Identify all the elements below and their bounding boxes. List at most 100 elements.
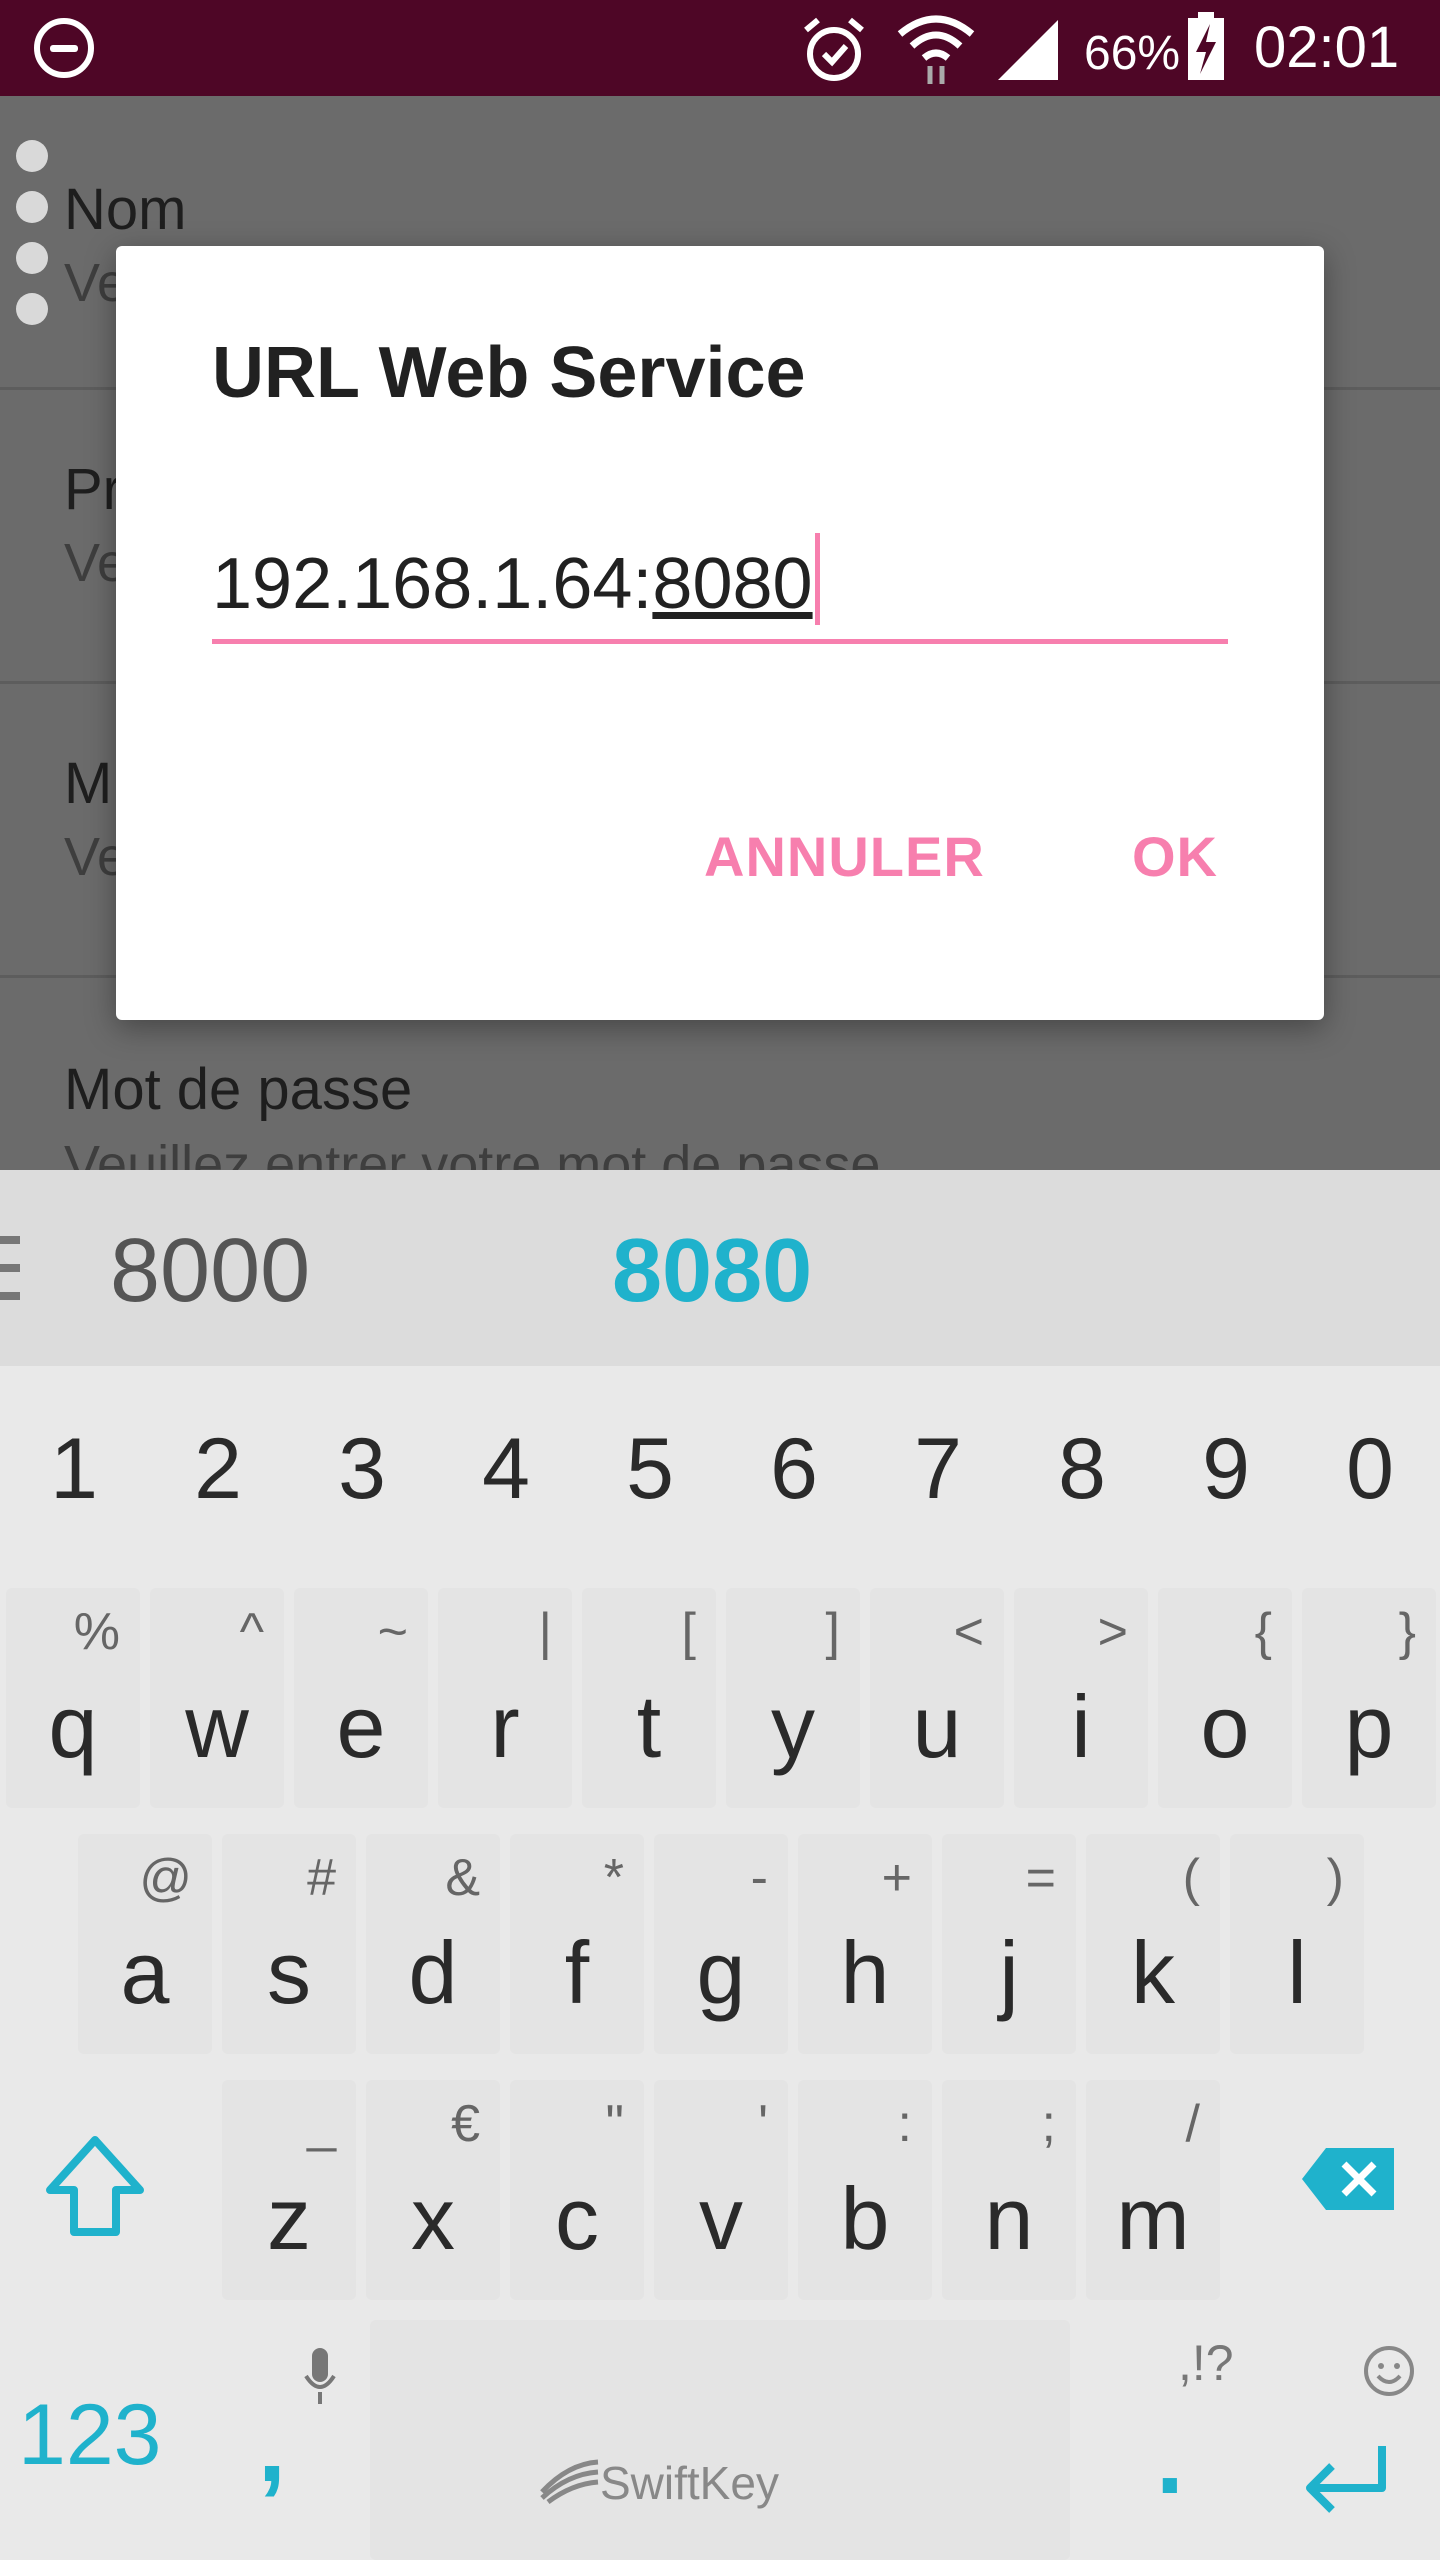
list-item-title: Nom <box>64 177 187 242</box>
key-x[interactable]: € x <box>366 2080 500 2300</box>
number-key[interactable]: 8 <box>1032 1420 1132 1519</box>
number-key[interactable]: 1 <box>24 1420 124 1519</box>
key-h[interactable]: + h <box>798 1834 932 2054</box>
signal-icon <box>998 20 1058 80</box>
key-y[interactable]: ] y <box>726 1588 860 1808</box>
key-letter: s <box>267 1923 311 2022</box>
key-alt-symbol: | <box>538 1603 552 1661</box>
key-alt-symbol: @ <box>139 1849 192 1907</box>
number-key[interactable]: 6 <box>744 1420 844 1519</box>
key-alt-symbol: < <box>953 1603 984 1661</box>
menu-icon[interactable] <box>0 1236 20 1300</box>
key-t[interactable]: [t <box>582 1588 716 1808</box>
key-u[interactable]: < u <box>870 1588 1004 1808</box>
key-alt-symbol: * <box>603 1849 624 1907</box>
ok-button[interactable]: OK <box>1132 824 1218 889</box>
key-alt-symbol: % <box>73 1603 120 1661</box>
wifi-icon <box>897 15 975 84</box>
space-bar[interactable]: SwiftKey <box>370 2320 1070 2560</box>
key-alt-symbol: = <box>1025 1849 1056 1907</box>
key-letter: x <box>411 2169 455 2268</box>
key-m[interactable]: / m <box>1086 2080 1220 2300</box>
backspace-key-icon[interactable] <box>1298 2144 1398 2214</box>
key-letter: e <box>336 1677 386 1776</box>
symbols-key[interactable]: 123 <box>18 2386 162 2485</box>
suggestion-item-selected[interactable]: 8080 <box>612 1220 812 1323</box>
comma-key[interactable]: , <box>258 2390 286 2505</box>
key-alt-symbol: ; <box>1041 2095 1056 2153</box>
key-q[interactable]: % q <box>6 1588 140 1808</box>
key-alt-symbol: - <box>750 1849 768 1907</box>
key-letter: n <box>984 2169 1034 2268</box>
key-alt-symbol: € <box>451 2095 480 2153</box>
number-key[interactable]: 5 <box>600 1420 700 1519</box>
key-letter: h <box>840 1923 890 2022</box>
cancel-button[interactable]: ANNULER <box>704 824 985 889</box>
key-alt-symbol: + <box>881 1849 912 1907</box>
key-w[interactable]: ^ w <box>150 1588 284 1808</box>
key-letter: t <box>636 1677 662 1776</box>
key-a[interactable]: @ a <box>78 1834 212 2054</box>
key-alt-symbol: & <box>445 1849 480 1907</box>
dialog-title: URL Web Service <box>212 333 806 413</box>
number-key[interactable]: 2 <box>168 1420 268 1519</box>
key-f[interactable]: * f <box>510 1834 644 2054</box>
shift-key-icon[interactable] <box>40 2132 150 2242</box>
number-key[interactable]: 3 <box>312 1420 412 1519</box>
key-o[interactable]: {o <box>1158 1588 1292 1808</box>
key-r[interactable]: | r <box>438 1588 572 1808</box>
key-n[interactable]: ; n <box>942 2080 1076 2300</box>
microphone-icon[interactable] <box>302 2346 338 2406</box>
do-not-disturb-icon <box>34 18 94 78</box>
key-b[interactable]: :b <box>798 2080 932 2300</box>
key-letter: o <box>1200 1677 1250 1776</box>
key-c[interactable]: " c <box>510 2080 644 2300</box>
key-letter: m <box>1116 2169 1190 2268</box>
key-letter: g <box>696 1923 746 2022</box>
key-letter: i <box>1071 1677 1091 1776</box>
key-z[interactable]: _ z <box>222 2080 356 2300</box>
key-l[interactable]: ) l <box>1230 1834 1364 2054</box>
key-letter: j <box>999 1923 1019 2022</box>
suggestion-item[interactable]: 8000 <box>110 1220 310 1323</box>
punctuation-hint: ,!? <box>1178 2335 1234 2391</box>
key-alt-symbol: > <box>1097 1603 1128 1661</box>
key-letter: q <box>48 1677 98 1776</box>
url-input-prefix: 192.168.1.64: <box>212 544 653 624</box>
text-cursor <box>814 533 820 625</box>
number-key[interactable]: 4 <box>456 1420 556 1519</box>
enter-key-icon[interactable] <box>1298 2440 1394 2520</box>
period-key[interactable]: . <box>1156 2402 1184 2517</box>
key-p[interactable]: } p <box>1302 1588 1436 1808</box>
url-dialog: URL Web Service 192.168.1.64: 8080 ANNULE… <box>116 246 1324 1020</box>
key-letter: f <box>564 1923 590 2022</box>
clock: 02:01 <box>1254 15 1400 80</box>
key-letter: u <box>912 1677 962 1776</box>
number-key[interactable]: 9 <box>1176 1420 1276 1519</box>
key-d[interactable]: & d <box>366 1834 500 2054</box>
list-item-title: M <box>64 751 113 816</box>
battery-charging-icon <box>1188 12 1224 80</box>
key-i[interactable]: > i <box>1014 1588 1148 1808</box>
suggestion-bar: 8000 8080 <box>0 1170 1440 1366</box>
key-k[interactable]: (k <box>1086 1834 1220 2054</box>
key-alt-symbol: ~ <box>377 1603 408 1661</box>
url-input[interactable]: 192.168.1.64: 8080 <box>212 533 1228 644</box>
key-v[interactable]: ' v <box>654 2080 788 2300</box>
key-g[interactable]: -g <box>654 1834 788 2054</box>
emoji-icon[interactable] <box>1362 2344 1416 2398</box>
alarm-icon <box>804 17 864 81</box>
key-alt-symbol: # <box>307 1849 336 1907</box>
number-key[interactable]: 0 <box>1320 1420 1420 1519</box>
key-letter: b <box>840 2169 890 2268</box>
key-alt-symbol: ) <box>1326 1849 1344 1907</box>
key-s[interactable]: # s <box>222 1834 356 2054</box>
key-j[interactable]: = j <box>942 1834 1076 2054</box>
list-item-title: Pr <box>64 457 122 522</box>
key-letter: w <box>185 1677 249 1776</box>
key-e[interactable]: ~ e <box>294 1588 428 1808</box>
key-alt-symbol: ^ <box>239 1603 264 1661</box>
number-key[interactable]: 7 <box>888 1420 988 1519</box>
key-alt-symbol: _ <box>307 2095 336 2153</box>
swiftkey-brand: SwiftKey <box>600 2457 779 2509</box>
